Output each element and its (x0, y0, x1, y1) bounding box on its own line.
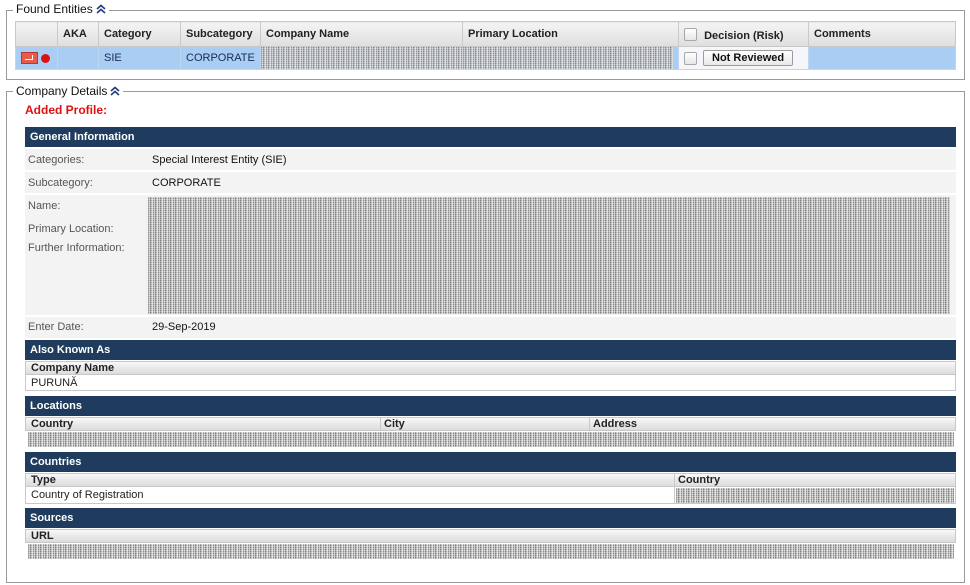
column-divider (589, 418, 590, 430)
risk-indicator-icon (41, 53, 50, 63)
aka-name-value: PURUNĂ (31, 377, 78, 389)
company-details-title: Company Details (16, 84, 108, 98)
decision-header-label: Decision (Risk) (704, 29, 784, 42)
aka-cell (57, 46, 99, 70)
profile-flag-icon[interactable] (21, 52, 38, 65)
subcategory-value: CORPORATE (152, 177, 221, 189)
column-header-comments[interactable]: Comments (808, 21, 956, 47)
column-header-decision[interactable]: Decision (Risk) (678, 21, 809, 47)
locations-header: Locations (25, 396, 956, 416)
redacted-country-value (676, 488, 954, 503)
decision-risk-button[interactable]: Not Reviewed (703, 50, 794, 66)
column-divider (674, 487, 675, 503)
company-name-cell[interactable] (260, 46, 463, 70)
enter-date-value: 29-Sep-2019 (152, 321, 216, 333)
redacted-location-row (28, 432, 954, 447)
table-row: PURUNĂ (25, 375, 956, 391)
countries-header: Countries (25, 452, 956, 472)
company-details-legend[interactable]: Company Details (13, 84, 124, 98)
country-type-value: Country of Registration (31, 489, 144, 501)
countries-column-type: Type (31, 474, 56, 486)
locations-table-header: Country City Address (25, 417, 956, 431)
decision-cell: Not Reviewed (678, 46, 809, 70)
subcategory-label: Subcategory: (28, 177, 93, 189)
locations-column-city: City (384, 418, 405, 430)
collapse-up-icon[interactable] (96, 4, 106, 14)
table-row[interactable]: SIE CORPORATE Not Reviewed (15, 46, 956, 70)
column-header-aka[interactable]: AKA (57, 21, 99, 47)
aka-column-company-name: Company Name (31, 362, 115, 374)
found-entities-header-row: AKA Category Subcategory Company Name Pr… (15, 21, 956, 47)
found-entities-legend[interactable]: Found Entities (13, 2, 109, 16)
locations-column-country: Country (31, 418, 74, 430)
column-header-category[interactable]: Category (98, 21, 181, 47)
column-divider (674, 474, 675, 486)
column-header-icons (15, 21, 58, 47)
redacted-primary-location (463, 47, 673, 69)
sources-column-url: URL (31, 530, 54, 542)
name-label: Name: (28, 200, 61, 212)
redacted-company-name (261, 47, 463, 69)
primary-location-cell (462, 46, 679, 70)
further-information-label: Further Information: (28, 242, 125, 254)
category-cell: SIE (98, 46, 181, 70)
added-profile-label: Added Profile: (25, 103, 108, 117)
sources-table-header: URL (25, 529, 956, 543)
primary-location-label: Primary Location: (28, 223, 114, 235)
found-entities-table: AKA Category Subcategory Company Name Pr… (15, 21, 956, 70)
also-known-as-header: Also Known As (25, 340, 956, 360)
enter-date-label: Enter Date: (28, 321, 84, 333)
countries-column-country: Country (678, 474, 721, 486)
general-information-header: General Information (25, 127, 956, 147)
column-header-company-name[interactable]: Company Name (260, 21, 463, 47)
found-entities-title: Found Entities (16, 2, 93, 16)
subcategory-cell: CORPORATE (180, 46, 261, 70)
sources-header: Sources (25, 508, 956, 528)
collapse-up-icon[interactable] (110, 86, 120, 96)
redacted-source-url[interactable] (28, 544, 954, 559)
categories-label: Categories: (28, 154, 85, 166)
countries-table-header: Type Country (25, 473, 956, 487)
redacted-name-and-details (148, 197, 950, 314)
column-header-subcategory[interactable]: Subcategory (180, 21, 261, 47)
locations-column-address: Address (593, 418, 638, 430)
select-all-checkbox[interactable] (684, 27, 697, 41)
row-icons-cell (15, 46, 58, 70)
comments-cell[interactable] (808, 46, 956, 70)
column-header-primary-location[interactable]: Primary Location (462, 21, 679, 47)
categories-value: Special Interest Entity (SIE) (152, 154, 287, 166)
column-divider (380, 418, 381, 430)
aka-table-header: Company Name (25, 361, 956, 375)
row-select-checkbox[interactable] (684, 51, 697, 65)
